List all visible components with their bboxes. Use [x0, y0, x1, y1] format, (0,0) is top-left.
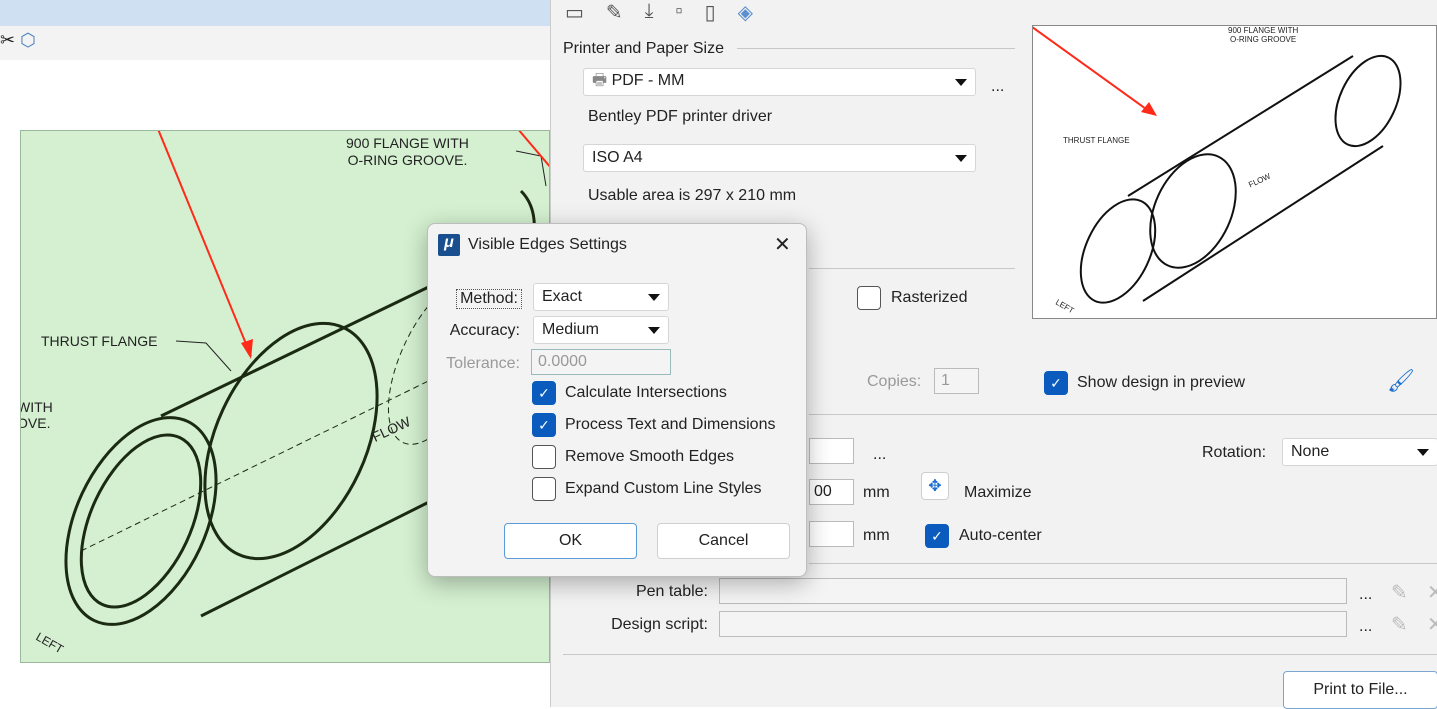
accuracy-label: Accuracy:: [449, 322, 520, 339]
option-checkbox[interactable]: ✓: [532, 413, 556, 437]
width-input[interactable]: 00: [809, 479, 854, 505]
close-icon[interactable]: ✕: [1427, 580, 1437, 605]
rotation-value: None: [1291, 443, 1330, 460]
printer-driver-icon: 🖶: [592, 71, 608, 89]
option-label: Calculate Intersections: [565, 384, 727, 401]
window-title-bar: [0, 0, 550, 26]
option-label: Process Text and Dimensions: [565, 416, 776, 433]
method-value: Exact: [542, 288, 583, 305]
unit-mm-2: mm: [863, 527, 890, 544]
brush-icon[interactable]: 🖌: [1387, 368, 1415, 394]
design-script-label: Design script:: [611, 616, 708, 633]
book-icon[interactable]: ◈: [738, 0, 753, 25]
rasterized-checkbox[interactable]: [857, 286, 881, 310]
scale-more-button[interactable]: ...: [873, 446, 886, 464]
accuracy-select[interactable]: Medium: [533, 316, 669, 344]
paper-value: ISO A4: [592, 149, 643, 166]
option-checkbox[interactable]: [532, 477, 556, 501]
maximize-label: Maximize: [964, 484, 1032, 501]
maximize-button[interactable]: ✥: [921, 472, 949, 500]
option-checkbox[interactable]: [532, 445, 556, 469]
page-setup-icon[interactable]: ✎: [606, 0, 623, 25]
pen-table-label: Pen table:: [635, 583, 708, 600]
pencil-icon[interactable]: ✎: [1391, 612, 1408, 637]
rotation-select[interactable]: None: [1282, 438, 1437, 466]
printer-more-button[interactable]: ...: [991, 78, 1004, 96]
preview-label: 900 FLANGE WITH: [1228, 26, 1299, 35]
label-oring: O-RING GROOVE.: [347, 152, 468, 168]
close-icon[interactable]: ✕: [1427, 612, 1437, 637]
chevron-down-icon: [648, 326, 660, 334]
close-icon[interactable]: ✕: [774, 232, 791, 257]
visible-edges-dialog: μ Visible Edges Settings ✕ Method: Exact…: [427, 223, 807, 577]
tolerance-input[interactable]: 0.0000: [531, 349, 671, 375]
preview-label: THRUST FLANGE: [1063, 136, 1130, 145]
height-input[interactable]: [809, 521, 854, 547]
pen-table-input[interactable]: [719, 578, 1347, 604]
copies-input[interactable]: 1: [934, 368, 979, 394]
section-printer-heading: Printer and Paper Size: [563, 40, 724, 57]
option-label: Expand Custom Line Styles: [565, 480, 762, 497]
list-icon[interactable]: ▫: [676, 0, 683, 25]
paper-select[interactable]: ISO A4: [583, 144, 976, 172]
print-to-file-button[interactable]: Print to File...: [1283, 671, 1437, 709]
tolerance-label: Tolerance:: [446, 355, 520, 372]
dialog-title: Visible Edges Settings: [468, 236, 627, 253]
show-design-checkbox[interactable]: ✓: [1044, 371, 1068, 395]
page-icon[interactable]: ▯: [705, 0, 716, 25]
label-thrust-flange: THRUST FLANGE: [41, 333, 158, 349]
printer-value: PDF - MM: [611, 71, 685, 89]
chevron-down-icon: [648, 293, 660, 301]
auto-center-checkbox[interactable]: ✓: [925, 524, 949, 548]
print-preview: 900 FLANGE WITH O-RING GROOVE THRUST FLA…: [1002, 5, 1437, 319]
printer-select[interactable]: 🖶 PDF - MM: [583, 68, 976, 96]
annotation-arrow: [157, 131, 252, 357]
scale-input[interactable]: [809, 438, 854, 464]
printer-icon[interactable]: ▭: [565, 0, 584, 25]
ok-button[interactable]: OK: [504, 523, 637, 559]
option-checkbox[interactable]: ✓: [532, 381, 556, 405]
chevron-down-icon: [955, 154, 967, 162]
label-with: WITH: [20, 399, 53, 415]
microstation-icon: μ: [438, 234, 460, 256]
copies-label: Copies:: [867, 373, 922, 390]
rotation-label: Rotation:: [1202, 444, 1267, 461]
preview-label: O-RING GROOVE: [1230, 35, 1297, 44]
print-toolbar: ▭ ✎ ⤓ ▫ ▯ ◈: [565, 0, 753, 25]
move-icon: ✥: [928, 478, 942, 495]
unit-mm: mm: [863, 484, 890, 501]
method-select[interactable]: Exact: [533, 283, 669, 311]
usable-area-label: Usable area is 297 x 210 mm: [588, 187, 797, 204]
option-label: Remove Smooth Edges: [565, 448, 734, 465]
view-toolbar: ✂ ⬡: [0, 26, 550, 60]
chevron-down-icon: [955, 78, 967, 86]
pen-table-browse[interactable]: ...: [1359, 586, 1372, 604]
design-script-browse[interactable]: ...: [1359, 618, 1372, 636]
pencil-icon[interactable]: ✎: [1391, 580, 1408, 605]
annotation-arrow: [1002, 5, 1154, 115]
driver-label: Bentley PDF printer driver: [588, 108, 773, 125]
accuracy-value: Medium: [542, 321, 599, 338]
preview-drawing: [1002, 5, 1402, 304]
design-script-input[interactable]: [719, 611, 1347, 637]
show-design-label: Show design in preview: [1077, 374, 1246, 391]
download-icon[interactable]: ⤓: [645, 0, 654, 25]
label-900-flange: 900 FLANGE WITH: [346, 135, 469, 151]
auto-center-label: Auto-center: [959, 527, 1042, 544]
label-groove: OVE.: [20, 415, 51, 431]
cancel-button[interactable]: Cancel: [657, 523, 790, 559]
chevron-down-icon: [1417, 448, 1429, 456]
method-label: Method:: [456, 289, 522, 309]
rasterized-label: Rasterized: [891, 289, 968, 306]
view-icon[interactable]: ⬡: [20, 30, 36, 51]
cut-icon[interactable]: ✂: [0, 30, 15, 51]
